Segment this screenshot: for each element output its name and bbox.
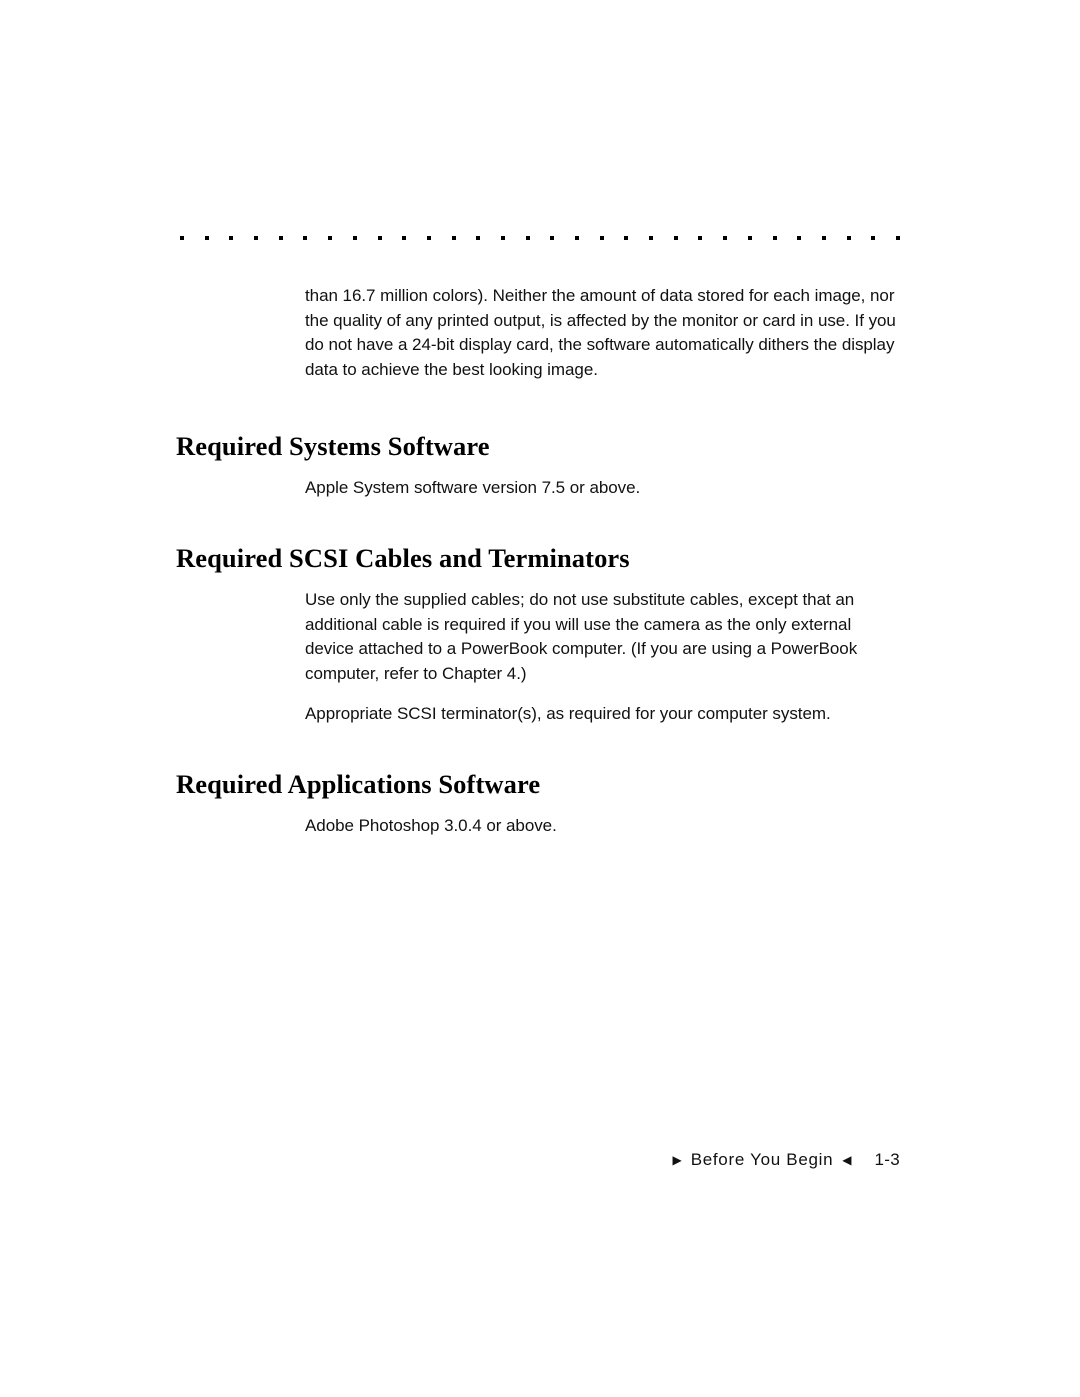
- page-footer: ▶ Before You Begin ◀ 1-3: [176, 1150, 900, 1170]
- section-heading-required-applications-software: Required Applications Software: [176, 768, 541, 799]
- rule-dot: [649, 236, 654, 240]
- rule-dot: [698, 236, 703, 240]
- rule-dot: [895, 236, 900, 240]
- rule-dot: [772, 236, 777, 240]
- section-body-required-scsi-cables-and-terminators: Use only the supplied cables; do not use…: [305, 588, 903, 727]
- rule-dot: [723, 236, 728, 240]
- rule-dot: [871, 236, 876, 240]
- document-page: than 16.7 million colors). Neither the a…: [0, 0, 1080, 1397]
- rule-dot: [328, 236, 333, 240]
- footer-page-number: 1-3: [874, 1150, 900, 1169]
- rule-dot: [204, 236, 209, 240]
- rule-dot: [500, 236, 505, 240]
- rule-dot: [821, 236, 826, 240]
- triangle-left-icon: ◀: [842, 1153, 852, 1167]
- rule-dot: [254, 236, 259, 240]
- section-paragraph: Appropriate SCSI terminator(s), as requi…: [305, 704, 831, 724]
- section-paragraph: Use only the supplied cables; do not use…: [305, 589, 858, 683]
- section-paragraph: Adobe Photoshop 3.0.4 or above.: [305, 815, 557, 835]
- rule-dot: [575, 236, 579, 240]
- rule-dot: [451, 236, 456, 240]
- section-paragraph: Apple System software version 7.5 or abo…: [305, 478, 641, 498]
- rule-dot: [476, 236, 481, 240]
- rule-dot: [180, 236, 184, 240]
- rule-dot: [525, 236, 530, 240]
- rule-dot: [278, 236, 283, 240]
- section-heading-required-systems-software: Required Systems Software: [176, 431, 490, 462]
- section-body-required-applications-software: Adobe Photoshop 3.0.4 or above.: [305, 814, 903, 839]
- rule-dot: [797, 236, 802, 240]
- rule-dot: [402, 236, 407, 240]
- rule-dot: [846, 236, 851, 240]
- rule-dot: [303, 236, 308, 240]
- page-content: than 16.7 million colors). Neither the a…: [176, 284, 904, 839]
- section-body-required-systems-software: Apple System software version 7.5 or abo…: [305, 476, 903, 501]
- footer-chapter-name: Before You Begin: [690, 1150, 834, 1169]
- rule-dot: [229, 236, 234, 240]
- dotted-rule-decoration: [180, 234, 900, 242]
- section-heading-required-scsi-cables-and-terminators: Required SCSI Cables and Terminators: [176, 542, 630, 573]
- rule-dot: [747, 236, 752, 240]
- intro-paragraph: than 16.7 million colors). Neither the a…: [305, 286, 896, 379]
- intro-paragraph-block: than 16.7 million colors). Neither the a…: [305, 284, 903, 382]
- rule-dot: [352, 236, 357, 240]
- rule-dot: [550, 236, 555, 240]
- rule-dot: [624, 236, 629, 240]
- triangle-right-icon: ▶: [672, 1153, 682, 1167]
- rule-dot: [599, 236, 604, 240]
- rule-dot: [377, 236, 382, 240]
- rule-dot: [673, 236, 678, 240]
- rule-dot: [426, 236, 431, 240]
